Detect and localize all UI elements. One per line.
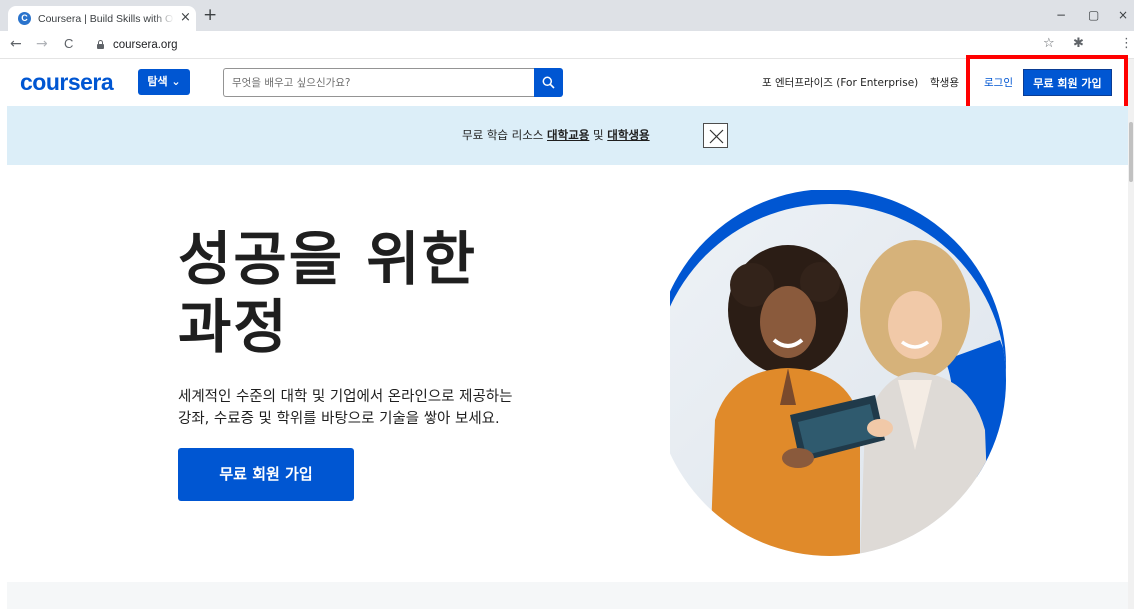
for-enterprise-link[interactable]: 포 엔터프라이즈 (For Enterprise) (762, 75, 918, 91)
banner-conjunction: 및 (589, 128, 608, 142)
forward-button[interactable]: → (36, 35, 48, 53)
tab-title: Coursera | Build Skills with Onli (38, 13, 174, 25)
explore-button[interactable]: 탐색 ⌄ (138, 69, 190, 95)
search-icon (542, 76, 555, 89)
coursera-logo[interactable]: coursera (20, 67, 114, 97)
hero-image (670, 190, 1006, 556)
page-scrollbar[interactable] (1128, 59, 1134, 609)
hero-title: 성공을 위한 과정 (178, 225, 598, 361)
banner-prefix: 무료 학습 리소스 (462, 128, 548, 142)
hero-title-line1: 성공을 위한 (178, 225, 477, 293)
banner-text: 무료 학습 리소스 대학교용 및 대학생용 (462, 127, 650, 143)
banner-students-link[interactable]: 대학생용 (607, 128, 649, 142)
search-input[interactable] (223, 68, 534, 97)
login-link[interactable]: 로그인 (984, 75, 1013, 91)
new-tab-button[interactable]: + (203, 5, 217, 25)
lock-icon (97, 40, 104, 49)
browser-menu-icon[interactable]: ⋮ (1120, 36, 1133, 52)
back-button[interactable]: ← (10, 35, 22, 53)
hero-subtitle-line1: 세계적인 수준의 대학 및 기업에서 온라인으로 제공하는 (178, 389, 513, 405)
for-students-link[interactable]: 학생용 (930, 75, 959, 91)
coursera-favicon-icon: C (18, 12, 31, 25)
window-close-button[interactable]: × (1118, 7, 1128, 23)
join-free-button[interactable]: 무료 회원 가입 (1023, 69, 1112, 96)
restore-button[interactable]: ▢ (1088, 7, 1099, 23)
next-section-band (7, 582, 1128, 609)
extensions-icon[interactable]: ✱ (1073, 36, 1084, 52)
address-bar[interactable]: coursera.org (113, 37, 178, 53)
hero-subtitle: 세계적인 수준의 대학 및 기업에서 온라인으로 제공하는 강좌, 수료증 및 … (178, 386, 598, 430)
close-icon (709, 129, 724, 144)
promo-banner: 무료 학습 리소스 대학교용 및 대학생용 (7, 106, 1128, 165)
site-header: coursera 탐색 ⌄ 포 엔터프라이즈 (For Enterprise) … (0, 60, 1134, 106)
tab-close-icon[interactable]: × (180, 10, 191, 26)
browser-toolbar: ← → C coursera.org ☆ ✱ ⋮ (0, 31, 1134, 59)
banner-close-button[interactable] (703, 123, 728, 148)
search-button[interactable] (534, 68, 563, 97)
bookmark-star-icon[interactable]: ☆ (1043, 36, 1055, 52)
hero-join-free-button[interactable]: 무료 회원 가입 (178, 448, 354, 501)
banner-university-link[interactable]: 대학교용 (547, 128, 589, 142)
reload-button[interactable]: C (64, 35, 73, 53)
scrollbar-thumb[interactable] (1129, 122, 1133, 182)
hero-title-line2: 과정 (178, 293, 289, 361)
browser-tabstrip: C Coursera | Build Skills with Onli × + … (0, 0, 1134, 31)
browser-tab[interactable]: C Coursera | Build Skills with Onli × (8, 6, 196, 31)
minimize-button[interactable]: − (1056, 7, 1066, 23)
hero-subtitle-line2: 강좌, 수료증 및 학위를 바탕으로 기술을 쌓아 보세요. (178, 411, 500, 427)
